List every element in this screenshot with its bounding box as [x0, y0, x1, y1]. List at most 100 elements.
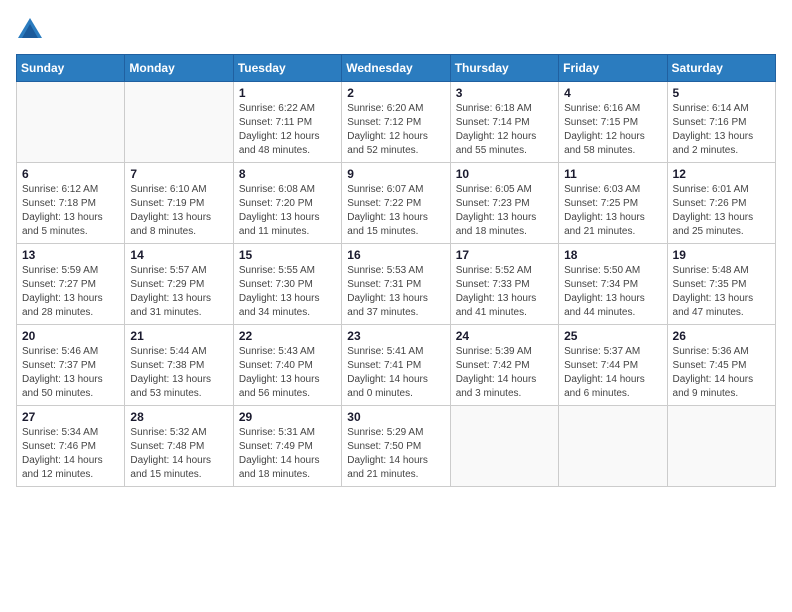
- day-info: Sunrise: 6:05 AM Sunset: 7:23 PM Dayligh…: [456, 183, 553, 239]
- weekday-header-row: SundayMondayTuesdayWednesdayThursdayFrid…: [17, 55, 776, 82]
- day-info: Sunrise: 5:55 AM Sunset: 7:30 PM Dayligh…: [239, 264, 336, 320]
- day-info: Sunrise: 5:50 AM Sunset: 7:34 PM Dayligh…: [564, 264, 661, 320]
- day-info: Sunrise: 5:44 AM Sunset: 7:38 PM Dayligh…: [130, 345, 227, 401]
- day-number: 6: [22, 167, 119, 181]
- calendar-cell: 29 Sunrise: 5:31 AM Sunset: 7:49 PM Dayli…: [233, 406, 341, 487]
- day-info: Sunrise: 5:39 AM Sunset: 7:42 PM Dayligh…: [456, 345, 553, 401]
- day-info: Sunrise: 5:32 AM Sunset: 7:48 PM Dayligh…: [130, 426, 227, 482]
- weekday-header: Wednesday: [342, 55, 450, 82]
- calendar-cell: 24 Sunrise: 5:39 AM Sunset: 7:42 PM Dayli…: [450, 325, 558, 406]
- day-info: Sunrise: 5:34 AM Sunset: 7:46 PM Dayligh…: [22, 426, 119, 482]
- day-number: 22: [239, 329, 336, 343]
- day-info: Sunrise: 5:52 AM Sunset: 7:33 PM Dayligh…: [456, 264, 553, 320]
- day-info: Sunrise: 5:48 AM Sunset: 7:35 PM Dayligh…: [673, 264, 770, 320]
- day-number: 8: [239, 167, 336, 181]
- calendar-cell: 26Sunrise: 5:36 AM Sunset: 7:45 PM Dayli…: [667, 325, 775, 406]
- logo: [16, 16, 48, 44]
- calendar-cell: 19 Sunrise: 5:48 AM Sunset: 7:35 PM Dayli…: [667, 244, 775, 325]
- calendar-cell: 11 Sunrise: 6:03 AM Sunset: 7:25 PM Dayli…: [559, 163, 667, 244]
- day-number: 16: [347, 248, 444, 262]
- day-number: 3: [456, 86, 553, 100]
- weekday-header: Monday: [125, 55, 233, 82]
- day-number: 29: [239, 410, 336, 424]
- day-info: Sunrise: 6:16 AM Sunset: 7:15 PM Dayligh…: [564, 102, 661, 158]
- day-number: 14: [130, 248, 227, 262]
- day-number: 9: [347, 167, 444, 181]
- calendar-cell: 6 Sunrise: 6:12 AM Sunset: 7:18 PM Daylig…: [17, 163, 125, 244]
- day-info: Sunrise: 6:14 AM Sunset: 7:16 PM Dayligh…: [673, 102, 770, 158]
- calendar-cell: 17 Sunrise: 5:52 AM Sunset: 7:33 PM Dayli…: [450, 244, 558, 325]
- day-number: 4: [564, 86, 661, 100]
- calendar-cell: [125, 82, 233, 163]
- day-info: Sunrise: 5:53 AM Sunset: 7:31 PM Dayligh…: [347, 264, 444, 320]
- day-info: Sunrise: 6:03 AM Sunset: 7:25 PM Dayligh…: [564, 183, 661, 239]
- logo-icon: [16, 16, 44, 44]
- calendar-cell: [17, 82, 125, 163]
- calendar-cell: 15 Sunrise: 5:55 AM Sunset: 7:30 PM Dayli…: [233, 244, 341, 325]
- day-number: 7: [130, 167, 227, 181]
- page-header: [16, 16, 776, 44]
- day-info: Sunrise: 6:10 AM Sunset: 7:19 PM Dayligh…: [130, 183, 227, 239]
- calendar-cell: 20 Sunrise: 5:46 AM Sunset: 7:37 PM Dayli…: [17, 325, 125, 406]
- calendar-week-row: 27Sunrise: 5:34 AM Sunset: 7:46 PM Dayli…: [17, 406, 776, 487]
- day-number: 26: [673, 329, 770, 343]
- calendar-cell: 14 Sunrise: 5:57 AM Sunset: 7:29 PM Dayli…: [125, 244, 233, 325]
- calendar-cell: 22 Sunrise: 5:43 AM Sunset: 7:40 PM Dayli…: [233, 325, 341, 406]
- day-info: Sunrise: 5:31 AM Sunset: 7:49 PM Dayligh…: [239, 426, 336, 482]
- calendar-cell: 28 Sunrise: 5:32 AM Sunset: 7:48 PM Dayli…: [125, 406, 233, 487]
- day-info: Sunrise: 5:43 AM Sunset: 7:40 PM Dayligh…: [239, 345, 336, 401]
- calendar-cell: 23 Sunrise: 5:41 AM Sunset: 7:41 PM Dayli…: [342, 325, 450, 406]
- day-number: 15: [239, 248, 336, 262]
- day-number: 18: [564, 248, 661, 262]
- calendar-cell: [667, 406, 775, 487]
- calendar-week-row: 20 Sunrise: 5:46 AM Sunset: 7:37 PM Dayli…: [17, 325, 776, 406]
- calendar-cell: 4 Sunrise: 6:16 AM Sunset: 7:15 PM Daylig…: [559, 82, 667, 163]
- day-number: 13: [22, 248, 119, 262]
- calendar-cell: 27Sunrise: 5:34 AM Sunset: 7:46 PM Dayli…: [17, 406, 125, 487]
- calendar-cell: 9Sunrise: 6:07 AM Sunset: 7:22 PM Daylig…: [342, 163, 450, 244]
- calendar-cell: 5Sunrise: 6:14 AM Sunset: 7:16 PM Daylig…: [667, 82, 775, 163]
- day-info: Sunrise: 5:29 AM Sunset: 7:50 PM Dayligh…: [347, 426, 444, 482]
- day-number: 1: [239, 86, 336, 100]
- day-info: Sunrise: 5:57 AM Sunset: 7:29 PM Dayligh…: [130, 264, 227, 320]
- calendar-cell: 21 Sunrise: 5:44 AM Sunset: 7:38 PM Dayli…: [125, 325, 233, 406]
- day-info: Sunrise: 5:46 AM Sunset: 7:37 PM Dayligh…: [22, 345, 119, 401]
- calendar-week-row: 13 Sunrise: 5:59 AM Sunset: 7:27 PM Dayli…: [17, 244, 776, 325]
- calendar-cell: 1Sunrise: 6:22 AM Sunset: 7:11 PM Daylig…: [233, 82, 341, 163]
- calendar-cell: [450, 406, 558, 487]
- calendar-cell: 7 Sunrise: 6:10 AM Sunset: 7:19 PM Daylig…: [125, 163, 233, 244]
- day-number: 2: [347, 86, 444, 100]
- weekday-header: Tuesday: [233, 55, 341, 82]
- day-number: 20: [22, 329, 119, 343]
- calendar-week-row: 6 Sunrise: 6:12 AM Sunset: 7:18 PM Daylig…: [17, 163, 776, 244]
- day-info: Sunrise: 5:59 AM Sunset: 7:27 PM Dayligh…: [22, 264, 119, 320]
- day-number: 11: [564, 167, 661, 181]
- day-number: 12: [673, 167, 770, 181]
- calendar-cell: 10 Sunrise: 6:05 AM Sunset: 7:23 PM Dayli…: [450, 163, 558, 244]
- calendar-cell: 2Sunrise: 6:20 AM Sunset: 7:12 PM Daylig…: [342, 82, 450, 163]
- day-info: Sunrise: 6:18 AM Sunset: 7:14 PM Dayligh…: [456, 102, 553, 158]
- calendar-cell: 3 Sunrise: 6:18 AM Sunset: 7:14 PM Daylig…: [450, 82, 558, 163]
- day-number: 24: [456, 329, 553, 343]
- day-number: 17: [456, 248, 553, 262]
- calendar-week-row: 1Sunrise: 6:22 AM Sunset: 7:11 PM Daylig…: [17, 82, 776, 163]
- calendar-cell: 25 Sunrise: 5:37 AM Sunset: 7:44 PM Dayli…: [559, 325, 667, 406]
- day-number: 23: [347, 329, 444, 343]
- calendar-cell: 13 Sunrise: 5:59 AM Sunset: 7:27 PM Dayli…: [17, 244, 125, 325]
- calendar-cell: 8Sunrise: 6:08 AM Sunset: 7:20 PM Daylig…: [233, 163, 341, 244]
- day-info: Sunrise: 6:12 AM Sunset: 7:18 PM Dayligh…: [22, 183, 119, 239]
- calendar-cell: 16 Sunrise: 5:53 AM Sunset: 7:31 PM Dayli…: [342, 244, 450, 325]
- calendar-table: SundayMondayTuesdayWednesdayThursdayFrid…: [16, 54, 776, 487]
- day-number: 19: [673, 248, 770, 262]
- day-number: 10: [456, 167, 553, 181]
- weekday-header: Thursday: [450, 55, 558, 82]
- weekday-header: Friday: [559, 55, 667, 82]
- day-number: 28: [130, 410, 227, 424]
- day-info: Sunrise: 5:37 AM Sunset: 7:44 PM Dayligh…: [564, 345, 661, 401]
- weekday-header: Saturday: [667, 55, 775, 82]
- day-number: 25: [564, 329, 661, 343]
- day-number: 21: [130, 329, 227, 343]
- weekday-header: Sunday: [17, 55, 125, 82]
- day-number: 30: [347, 410, 444, 424]
- day-info: Sunrise: 5:41 AM Sunset: 7:41 PM Dayligh…: [347, 345, 444, 401]
